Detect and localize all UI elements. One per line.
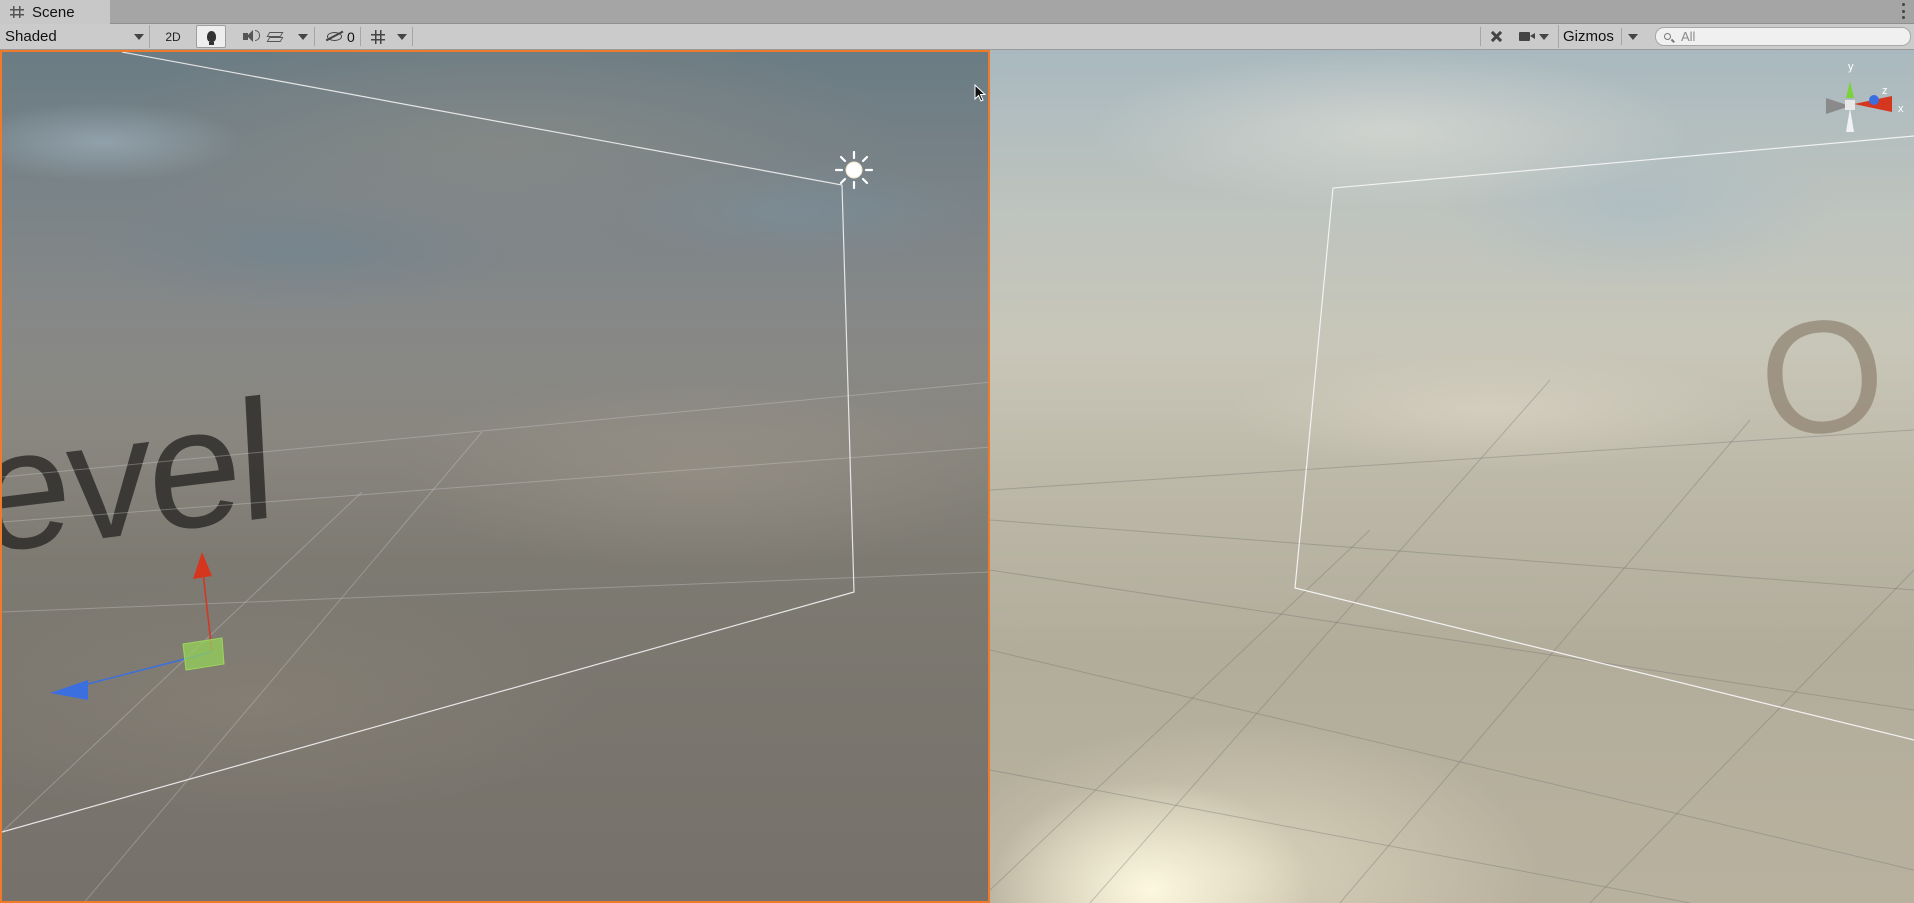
directional-light-icon[interactable] bbox=[834, 150, 874, 190]
gizmos-label: Gizmos bbox=[1563, 28, 1614, 45]
orientation-gizmo[interactable]: y z x bbox=[1820, 56, 1914, 146]
toggle-2d-button[interactable]: 2D bbox=[158, 25, 188, 48]
axis-z-cone-icon[interactable] bbox=[1869, 95, 1879, 105]
layers-icon bbox=[266, 31, 284, 42]
toolbar-separator bbox=[360, 27, 361, 46]
plane-handle-icon[interactable] bbox=[182, 637, 225, 671]
tab-menu-icon[interactable] bbox=[1902, 3, 1906, 19]
tab-scene-label: Scene bbox=[32, 3, 75, 21]
chevron-down-icon bbox=[1628, 34, 1638, 40]
search-input[interactable] bbox=[1681, 29, 1901, 44]
scene-view-left[interactable]: evel bbox=[0, 50, 990, 903]
lighting-toggle-button[interactable] bbox=[196, 25, 226, 48]
grid-icon bbox=[371, 29, 385, 44]
eye-slash-icon bbox=[327, 32, 342, 41]
ground-grid bbox=[990, 379, 1914, 903]
ground-grid bbox=[2, 381, 988, 901]
effects-toggle-button[interactable] bbox=[262, 25, 288, 48]
search-icon bbox=[1664, 33, 1671, 40]
draw-mode-dropdown[interactable]: Shaded bbox=[0, 25, 150, 48]
audio-toggle-button[interactable] bbox=[232, 25, 260, 48]
gizmos-dropdown[interactable]: Gizmos bbox=[1558, 25, 1644, 48]
draw-mode-value: Shaded bbox=[5, 28, 57, 45]
mouse-cursor-icon bbox=[974, 84, 987, 102]
grid-toggle-button[interactable] bbox=[364, 25, 392, 48]
scene-visibility-toggle[interactable]: 0 bbox=[318, 25, 358, 48]
chevron-down-icon bbox=[397, 33, 407, 40]
gizmos-divider bbox=[1621, 28, 1622, 45]
scene-tab-bar: Scene bbox=[0, 0, 1914, 24]
scene-view-right[interactable]: O y z x bbox=[990, 50, 1914, 903]
speaker-icon bbox=[242, 30, 260, 42]
chevron-down-icon bbox=[1539, 33, 1549, 40]
canvas-frame-outline bbox=[1294, 135, 1914, 741]
axis-z-arrow-icon[interactable] bbox=[50, 680, 88, 700]
effects-dropdown-button[interactable] bbox=[296, 25, 310, 48]
scene-toolbar: Shaded 2D 0 Gizmos bbox=[0, 24, 1914, 50]
lightbulb-icon bbox=[206, 31, 216, 45]
scene-search-field[interactable] bbox=[1655, 27, 1911, 46]
hidden-objects-count: 0 bbox=[347, 28, 355, 45]
axis-x-label: x bbox=[1898, 103, 1904, 115]
component-tools-button[interactable] bbox=[1486, 25, 1506, 48]
chevron-down-icon bbox=[134, 34, 144, 40]
gizmo-center-cube[interactable] bbox=[1845, 100, 1855, 110]
axis-y-arrow-icon[interactable] bbox=[193, 552, 212, 579]
camera-icon bbox=[1519, 32, 1535, 41]
chevron-down-icon bbox=[298, 33, 308, 40]
axis-y-cone-icon[interactable] bbox=[1846, 81, 1854, 98]
toolbar-separator bbox=[314, 27, 315, 46]
axis-y-label: y bbox=[1848, 61, 1854, 73]
scene-grid-icon bbox=[10, 6, 24, 18]
move-tool-gizmo[interactable] bbox=[50, 552, 225, 700]
tab-scene[interactable]: Scene bbox=[0, 0, 110, 24]
right-scene-overlay bbox=[990, 135, 1914, 903]
camera-settings-dropdown[interactable] bbox=[1516, 25, 1552, 48]
canvas-frame-outline bbox=[2, 52, 855, 833]
toolbar-separator bbox=[412, 27, 413, 46]
grid-dropdown-button[interactable] bbox=[394, 25, 410, 48]
toolbar-separator bbox=[1480, 27, 1481, 46]
tools-icon bbox=[1490, 30, 1503, 43]
axis-z-label: z bbox=[1882, 85, 1888, 97]
axis-neg-y-cone-icon[interactable] bbox=[1846, 108, 1854, 132]
